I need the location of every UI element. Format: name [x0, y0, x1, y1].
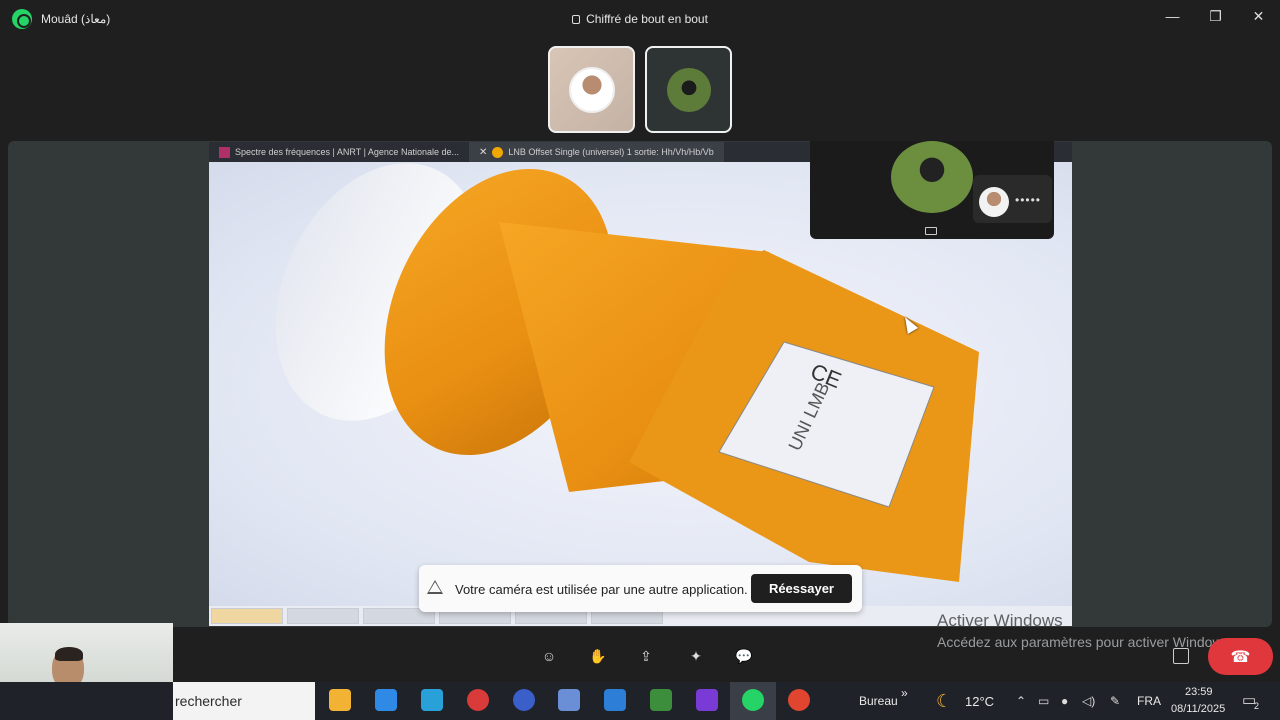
store-icon[interactable]	[421, 689, 443, 711]
anrt-favicon-icon	[219, 146, 230, 158]
avatar	[979, 187, 1009, 217]
notification-count: 2	[1254, 701, 1260, 711]
paint-icon[interactable]	[558, 689, 580, 711]
close-icon[interactable]: ✕	[479, 147, 487, 158]
participant-thumbnail-2[interactable]	[645, 46, 732, 133]
chevron-right-icon[interactable]: »	[901, 686, 908, 700]
activation-watermark-title: Activer Windows	[937, 611, 1063, 630]
title-bar: Mouâd (معاذ) Chiffré de bout en bout — ❐…	[0, 0, 1280, 38]
taskbar-search-input[interactable]: rechercher	[173, 682, 315, 720]
minimize-button[interactable]: —	[1151, 0, 1194, 32]
audio-indicator: •••••	[1015, 193, 1042, 207]
person-hair	[55, 647, 83, 661]
participant-thumbnails	[548, 46, 732, 133]
clock-time[interactable]: 23:59	[1185, 686, 1213, 698]
language-indicator[interactable]: FRA	[1137, 694, 1161, 708]
phone-icon: ☎	[1230, 648, 1251, 666]
chevron-up-icon[interactable]: ⌃	[1016, 694, 1026, 708]
whatsapp-icon[interactable]	[742, 689, 764, 711]
image-thumbnail[interactable]	[287, 608, 359, 624]
desktop-label[interactable]: Bureau	[859, 694, 898, 708]
retry-button[interactable]: Réessayer	[750, 574, 852, 603]
volume-icon[interactable]: ◁)	[1082, 694, 1095, 708]
close-button[interactable]: ✕	[1237, 0, 1280, 32]
window-controls: — ❐ ✕	[1151, 0, 1280, 32]
weather-moon-icon: ☾	[936, 691, 953, 711]
encryption-status: Chiffré de bout en bout	[0, 12, 1280, 26]
participant-thumbnail-1[interactable]	[548, 46, 635, 133]
avatar	[568, 66, 615, 113]
network-icon[interactable]: ▭	[1038, 694, 1049, 708]
warning-icon	[427, 580, 443, 594]
weather-temperature[interactable]: 12°C	[965, 694, 994, 709]
clock-date[interactable]: 08/11/2025	[1171, 703, 1225, 715]
camera-warning-toast: Votre caméra est utilisée par une autre …	[419, 565, 862, 612]
emoji-icon[interactable]: ☺	[541, 648, 557, 664]
browser-tab-label: Spectre des fréquences | ANRT | Agence N…	[235, 147, 459, 157]
avatar	[666, 67, 711, 112]
screen-icon[interactable]	[925, 227, 937, 235]
toast-message: Votre caméra est utilisée par une autre …	[455, 582, 748, 597]
file-explorer-icon[interactable]	[329, 689, 351, 711]
effects-icon[interactable]: ✦	[688, 648, 704, 664]
mail-icon[interactable]	[375, 689, 397, 711]
self-preview: •••••	[973, 175, 1052, 223]
remote-participant-avatar	[891, 141, 973, 213]
browser-tab-label: LNB Offset Single (universel) 1 sortie: …	[508, 147, 714, 157]
camera-icon[interactable]	[513, 689, 535, 711]
share-screen-icon[interactable]: ⇪	[638, 648, 654, 664]
microphone-icon[interactable]: ●	[1061, 694, 1068, 708]
lock-icon	[572, 15, 581, 24]
excel-icon[interactable]	[650, 689, 672, 711]
end-call-button[interactable]: ☎	[1208, 638, 1273, 675]
layout-icon[interactable]	[1173, 648, 1189, 664]
image-thumbnail[interactable]	[211, 608, 283, 624]
pen-icon[interactable]: ✎	[1110, 694, 1120, 708]
chat-icon[interactable]: 💬	[735, 648, 752, 664]
call-controls: ☺ ✋ ⇪ ✦ 💬	[0, 644, 1280, 670]
browser-tab-2[interactable]: ✕ LNB Offset Single (universel) 1 sortie…	[468, 142, 724, 162]
restore-button[interactable]: ❐	[1194, 0, 1237, 32]
chrome-icon[interactable]	[788, 689, 810, 711]
visual-studio-icon[interactable]	[696, 689, 718, 711]
picture-in-picture[interactable]: •••••	[810, 141, 1054, 239]
browser-tab-1[interactable]: Spectre des fréquences | ANRT | Agence N…	[209, 142, 469, 162]
calculator-icon[interactable]	[604, 689, 626, 711]
raise-hand-icon[interactable]: ✋	[589, 648, 606, 664]
screen-recorder-icon[interactable]	[467, 689, 489, 711]
site-favicon-icon	[492, 146, 504, 158]
encryption-label: Chiffré de bout en bout	[586, 12, 708, 26]
